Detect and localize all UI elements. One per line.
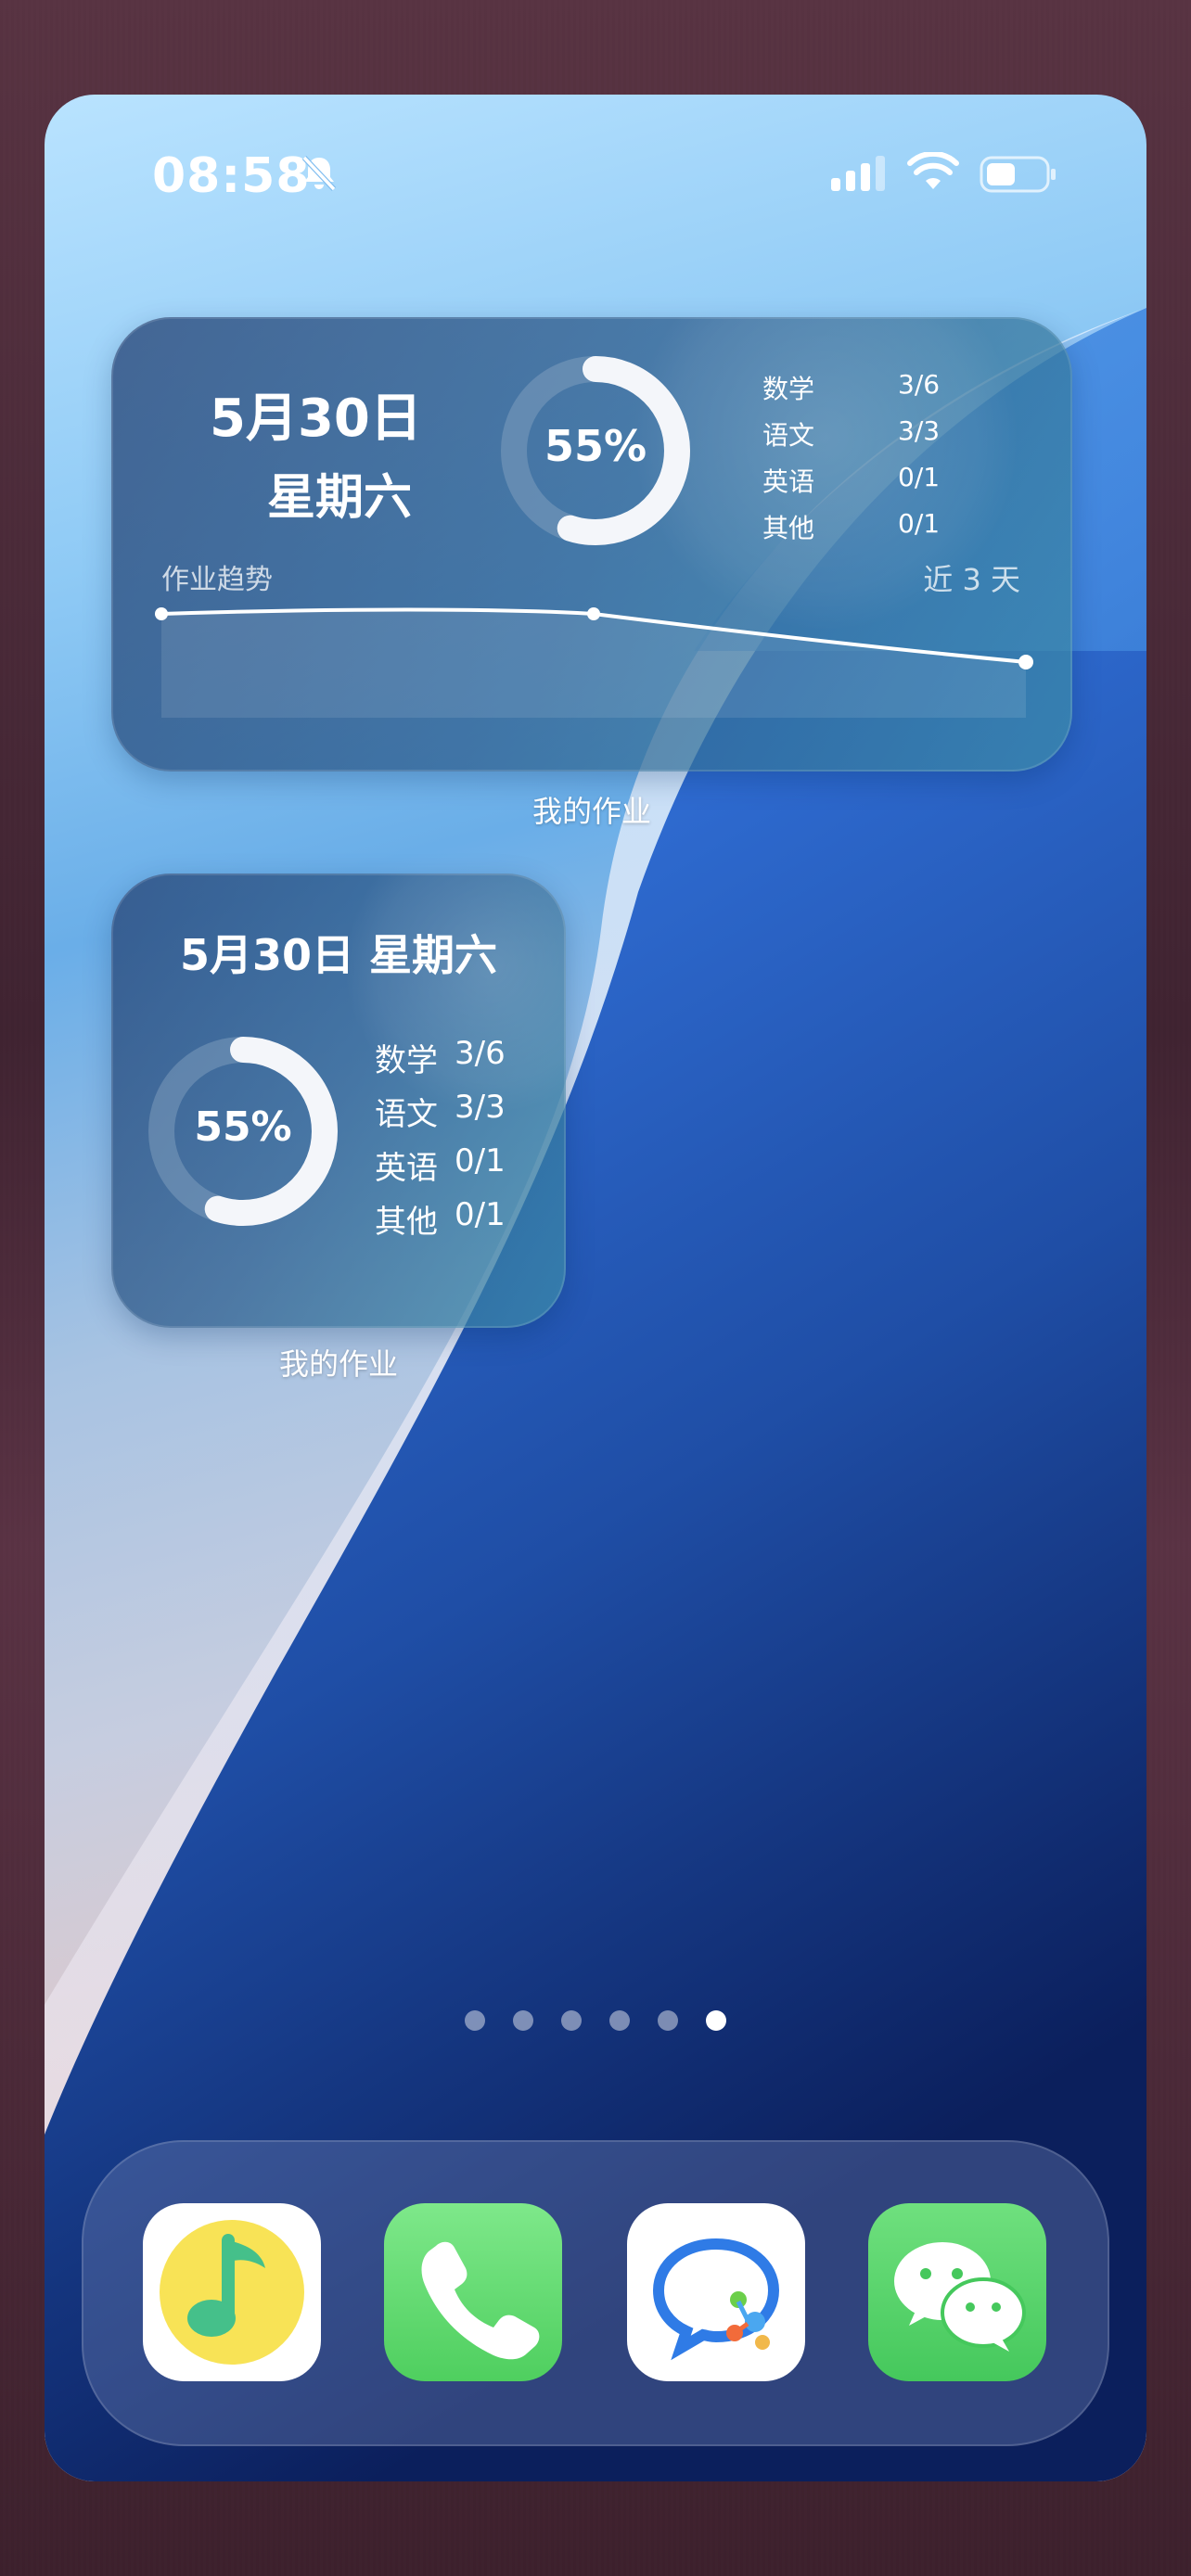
qq-music-icon[interactable] [143, 2203, 321, 2381]
page-dot[interactable] [609, 2010, 630, 2031]
progress-percent: 55% [194, 1103, 292, 1151]
bell-slash-icon [301, 155, 337, 192]
page-dot[interactable] [465, 2010, 485, 2031]
subject-name: 其他 [375, 1204, 438, 1241]
wifi-icon [907, 152, 959, 189]
widget-small-label: 我的作业 [278, 1346, 398, 1382]
page-indicator[interactable] [45, 2010, 1146, 2034]
subject-name: 语文 [375, 1096, 438, 1133]
homework-widget-large[interactable]: 5月30日 星期六 55% 数学 3/6 语文 3/3 英语 0/1 其他 0/… [111, 317, 1072, 772]
subject-value: 3/3 [898, 415, 941, 446]
widget-date: 5月30日 [210, 389, 422, 449]
page-dot[interactable] [513, 2010, 533, 2031]
subject-name: 英语 [762, 466, 815, 497]
subject-value: 3/3 [455, 1089, 506, 1126]
home-screen: 08:58 5月30日 星期六 55% 数学 3/6 语文 3/3 英语 0/1… [45, 95, 1146, 2481]
trend-point [587, 607, 600, 620]
trend-point [155, 607, 168, 620]
subject-value: 0/1 [455, 1196, 506, 1233]
widget-large-label: 我的作业 [531, 794, 651, 829]
subject-name: 其他 [762, 513, 815, 543]
widget-weekday: 星期六 [267, 470, 413, 526]
dingtalk-style-chat-icon[interactable] [627, 2203, 805, 2381]
phone-icon[interactable] [384, 2203, 562, 2381]
page-dot[interactable] [561, 2010, 582, 2031]
battery-icon [980, 156, 1056, 193]
status-time: 08:58 [152, 148, 311, 204]
trend-chart [155, 607, 1033, 718]
trend-range: 近 3 天 [923, 562, 1020, 597]
subject-name: 数学 [375, 1042, 438, 1079]
subject-value: 3/6 [455, 1035, 506, 1072]
cellular-signal-icon [831, 156, 885, 191]
page-dot-active[interactable] [706, 2010, 726, 2031]
subject-name: 数学 [762, 374, 815, 404]
trend-label: 作业趋势 [161, 564, 273, 596]
page-dot[interactable] [658, 2010, 678, 2031]
subject-value: 0/1 [455, 1142, 506, 1180]
subject-name: 英语 [375, 1150, 438, 1187]
subject-value: 0/1 [898, 508, 941, 539]
subject-value: 3/6 [898, 369, 941, 400]
trend-point [1018, 655, 1033, 670]
subject-name: 语文 [762, 420, 815, 451]
trend-area [161, 609, 1026, 718]
progress-percent: 55% [544, 421, 647, 471]
subject-value: 0/1 [898, 462, 941, 492]
wechat-icon[interactable] [868, 2203, 1046, 2381]
homework-widget-small[interactable]: 5月30日 星期六 55% 数学 3/6 语文 3/3 英语 0/1 其他 0/… [111, 874, 566, 1328]
widget-date-weekday: 5月30日 星期六 [179, 930, 498, 980]
